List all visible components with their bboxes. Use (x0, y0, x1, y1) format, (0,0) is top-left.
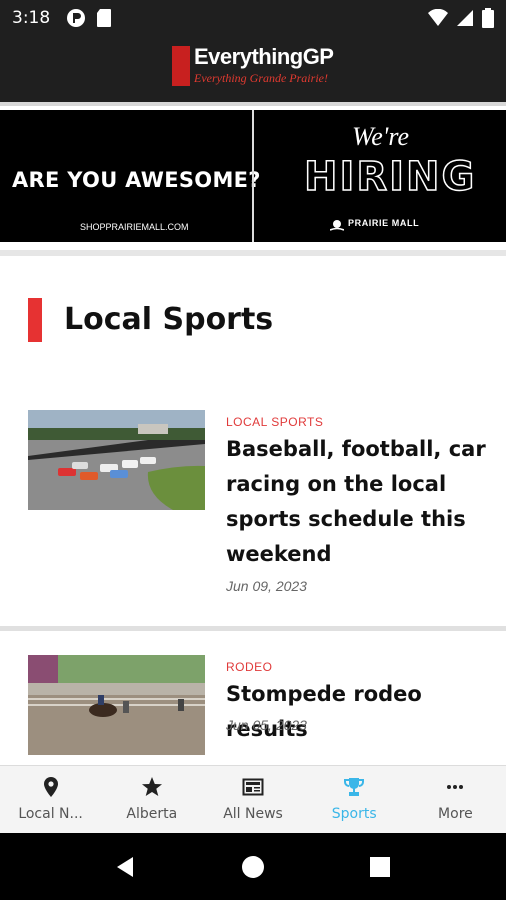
status-time: 3:18 (12, 8, 51, 28)
banner-bottom-divider (0, 250, 506, 256)
nav-label: Sports (331, 806, 377, 822)
nav-item-more[interactable]: More (405, 766, 506, 833)
logo-red-bar (172, 46, 190, 86)
article-date: Jun 09, 2023 (226, 578, 307, 594)
car-racing-photo (28, 410, 205, 510)
article-category[interactable]: LOCAL SPORTS (226, 415, 323, 429)
nav-item-alberta[interactable]: Alberta (101, 766, 202, 833)
star-icon (141, 777, 162, 796)
banner-were: We're (352, 122, 410, 151)
nav-label: Local N... (18, 806, 83, 822)
nav-label: More (438, 806, 473, 822)
sd-card-icon (97, 9, 111, 27)
nav-label: All News (223, 806, 283, 822)
newspaper-icon (242, 778, 264, 796)
banner-brand: PRAIRIE MALL (348, 218, 420, 228)
status-left-icons (66, 8, 112, 28)
article-thumbnail[interactable] (28, 410, 205, 510)
rodeo-photo (28, 655, 205, 755)
page-title: Local Sports (64, 302, 274, 337)
article-category[interactable]: RODEO (226, 660, 273, 674)
banner-hiring: HIRING (303, 153, 477, 201)
article-card[interactable]: RODEO Stompede rodeo results Jun 05, 202… (0, 655, 506, 765)
banner-divider (252, 110, 254, 242)
section-accent-bar (28, 298, 42, 342)
article-title[interactable]: Baseball, football, car racing on the lo… (226, 432, 488, 572)
battery-icon (482, 8, 494, 28)
more-dots-icon (447, 785, 464, 789)
bottom-nav: Local N... Alberta All News Sports More (0, 765, 506, 833)
prairie-mall-logo-icon (330, 220, 344, 231)
article-divider (0, 626, 506, 631)
logo-tagline: Everything Grande Prairie! (194, 71, 328, 85)
status-bar: 3:18 (0, 0, 506, 36)
location-pin-icon (43, 777, 58, 797)
header-divider (0, 102, 506, 106)
article-date: Jun 05, 2023 (226, 717, 307, 733)
article-title[interactable]: Stompede rodeo results (226, 677, 488, 747)
banner-ad[interactable]: ARE YOU AWESOME? SHOPPRAIRIEMALL.COM We'… (0, 110, 506, 242)
home-icon[interactable] (241, 855, 265, 879)
status-right-icons (428, 8, 494, 28)
back-icon[interactable] (113, 855, 137, 879)
article-thumbnail[interactable] (28, 655, 205, 755)
nav-item-sports[interactable]: Sports (304, 766, 405, 833)
system-nav-bar (0, 833, 506, 900)
logo-title: EverythingGP (194, 44, 334, 69)
banner-headline: ARE YOU AWESOME? (12, 168, 261, 192)
cell-signal-icon (457, 10, 473, 26)
everythinggp-logo[interactable]: EverythingGP Everything Grande Prairie! (172, 44, 338, 94)
wifi-icon (428, 9, 448, 26)
app-header: EverythingGP Everything Grande Prairie! (0, 36, 506, 102)
nav-item-all-news[interactable]: All News (202, 766, 303, 833)
banner-url: SHOPPRAIRIEMALL.COM (80, 222, 189, 232)
app-notification-icon (67, 9, 85, 27)
nav-label: Alberta (126, 806, 178, 822)
nav-item-local-news[interactable]: Local N... (0, 766, 101, 833)
recents-icon[interactable] (368, 855, 392, 879)
trophy-icon (344, 778, 365, 796)
article-card[interactable]: LOCAL SPORTS Baseball, football, car rac… (0, 410, 506, 625)
